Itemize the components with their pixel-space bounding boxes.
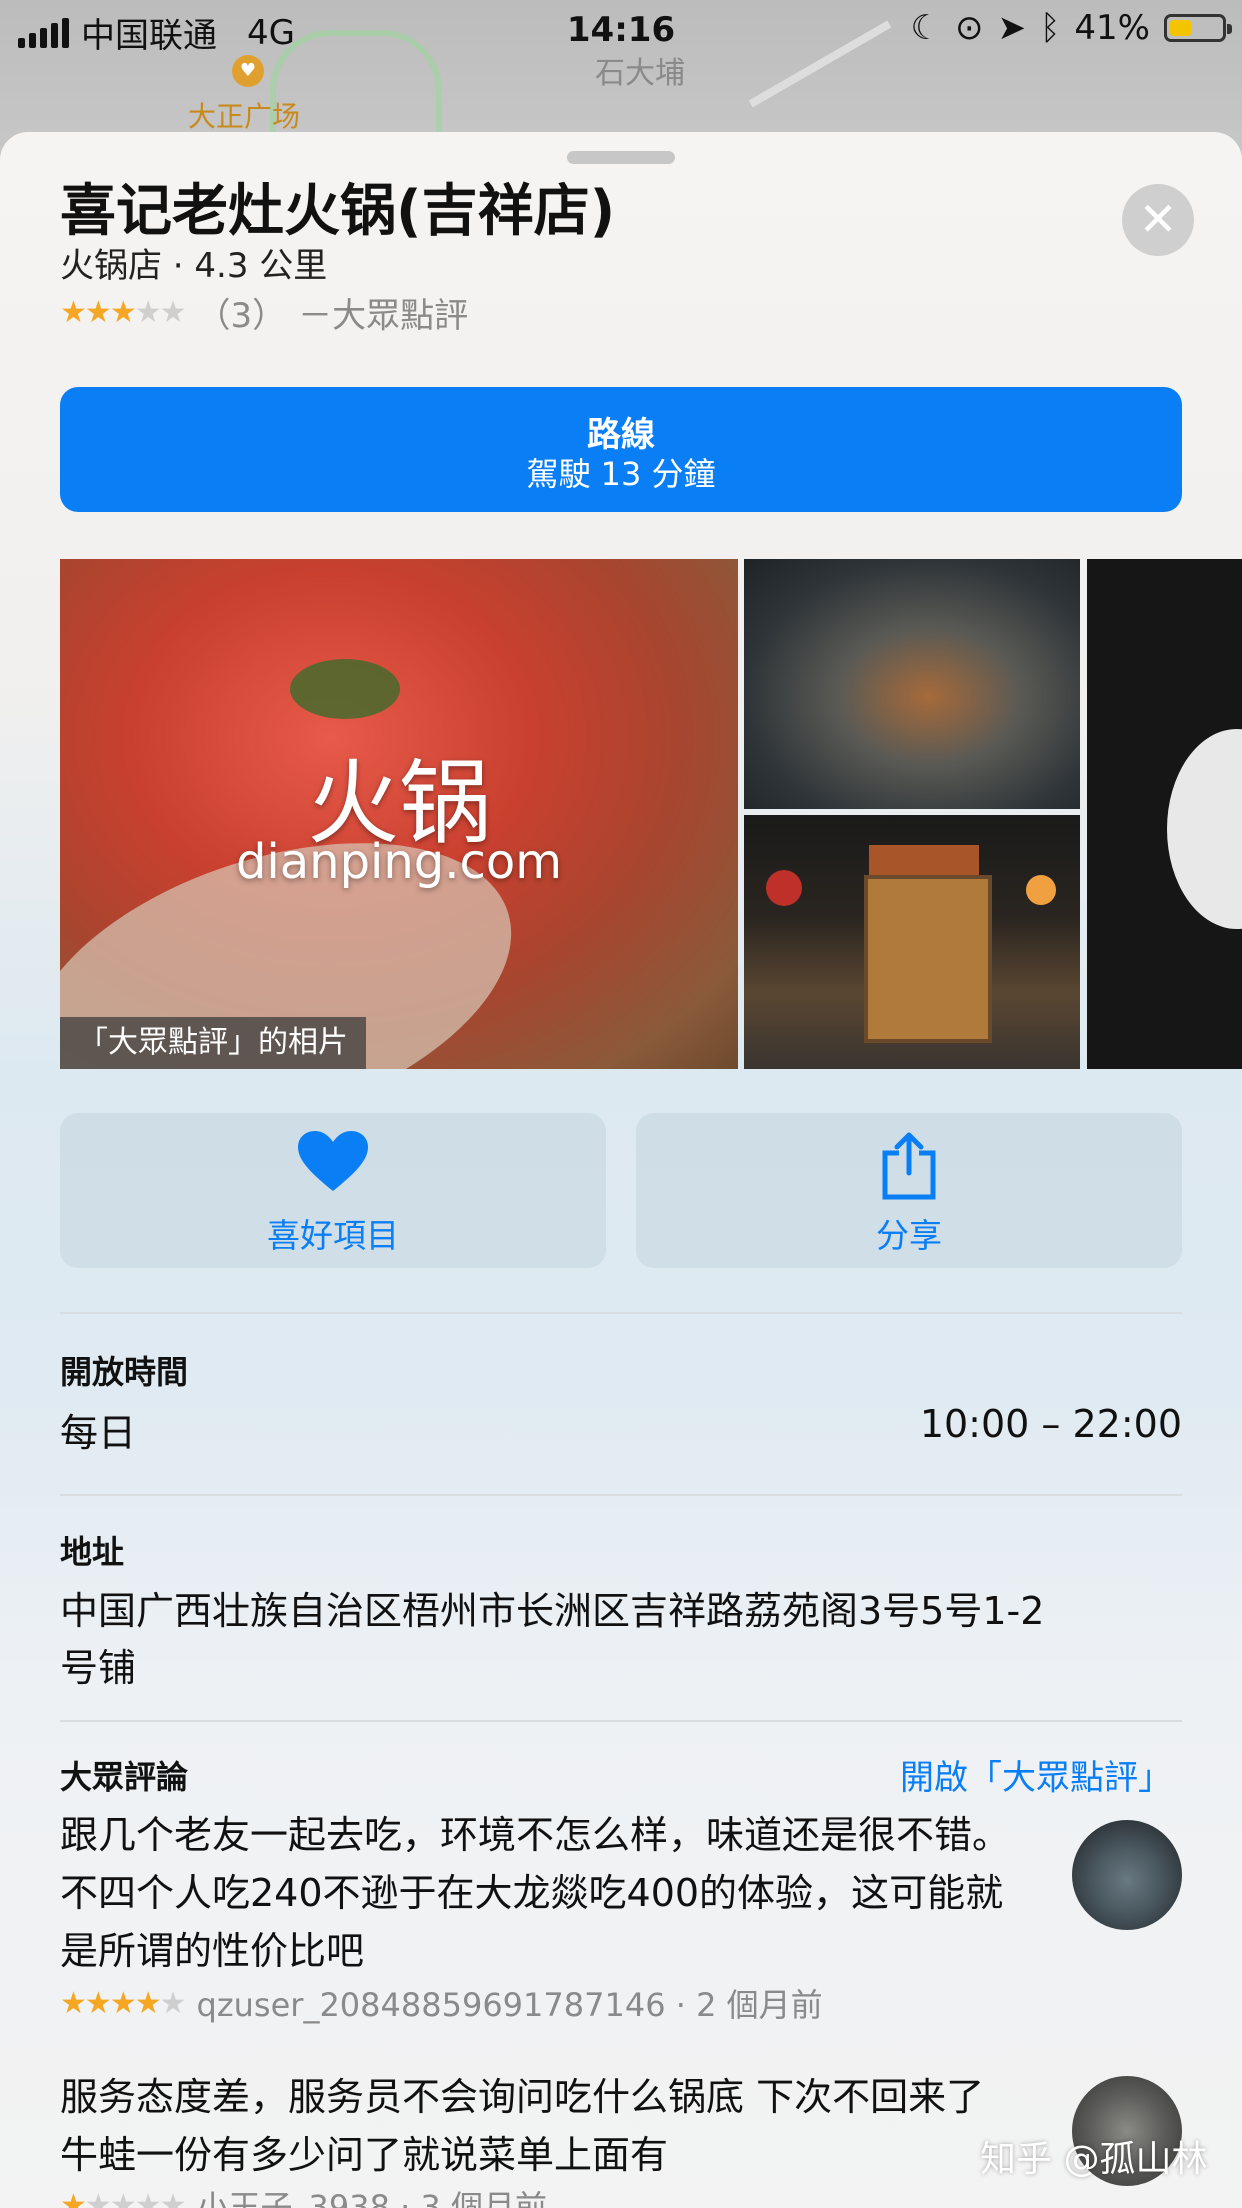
star-filled-icon: ★: [60, 295, 87, 330]
heart-icon: [60, 1131, 606, 1201]
review-meta: qzuser_20848859691787146 · 2 個月前: [196, 1986, 823, 2024]
moon-icon: ☾: [910, 8, 942, 48]
star-empty-icon: ★: [134, 2187, 162, 2208]
star-empty-icon: ★: [134, 295, 162, 330]
favorite-button[interactable]: 喜好項目: [60, 1113, 606, 1268]
divider: [60, 1494, 1182, 1496]
photo-main[interactable]: 火锅 dianping.com 「大眾點評」的相片: [60, 559, 738, 1069]
open-dianping-link[interactable]: 開啟「大眾點評」: [900, 1750, 1172, 1799]
place-rating-row: ★★★★★ （3） －大眾點評: [60, 288, 468, 337]
photo-storefront[interactable]: [744, 815, 1080, 1069]
status-right: ☾ ⊙ ➤ ᛒ 41%: [910, 8, 1232, 48]
review-text[interactable]: 跟几个老友一起去吃，环境不怎么样，味道还是很不错。不四个人吃240不逊于在大龙燚…: [60, 1806, 1020, 1980]
map-poi-label[interactable]: 大正广场: [188, 95, 300, 135]
close-icon: ✕: [1138, 192, 1178, 246]
rating-count: （3）: [196, 296, 287, 336]
photo-credit: 「大眾點評」的相片: [60, 1017, 366, 1069]
star-filled-icon: ★: [60, 2187, 87, 2208]
star-filled-icon: ★: [109, 295, 137, 330]
sheet-grabber[interactable]: [567, 151, 675, 164]
hours-day: 每日: [60, 1411, 137, 1455]
review-stars: ★★★★★: [60, 2187, 187, 2208]
reviews-label: 大眾評論: [60, 1758, 189, 1796]
divider: [60, 1720, 1182, 1722]
photo-hotpot[interactable]: [744, 559, 1080, 809]
address-line1[interactable]: 中国广西壮族自治区梧州市长洲区吉祥路荔苑阁3号5号1-2: [60, 1580, 1044, 1635]
photo-object: [1167, 729, 1242, 929]
hours-time: 10:00 – 22:00: [919, 1402, 1182, 1446]
star-empty-icon: ★: [109, 2187, 137, 2208]
battery-icon: [1164, 14, 1232, 42]
star-filled-icon: ★: [109, 1985, 137, 2021]
photo-more[interactable]: [1087, 559, 1242, 1069]
star-filled-icon: ★: [134, 1985, 162, 2021]
bluetooth-icon: ᛒ: [1040, 8, 1061, 48]
rotation-lock-icon: ⊙: [955, 8, 984, 48]
address-label: 地址: [60, 1533, 125, 1571]
place-subtitle: 火锅店 · 4.3 公里: [60, 246, 328, 286]
address-line2[interactable]: 号铺: [60, 1637, 136, 1692]
place-title: 喜记老灶火锅(吉祥店): [60, 179, 616, 244]
rating-source: －大眾點評: [298, 296, 469, 336]
review-meta-row: ★★★★★ 小王子_3938 · 3 個月前: [60, 2182, 547, 2208]
photo-garnish: [290, 659, 400, 719]
review-meta-row: ★★★★★ qzuser_20848859691787146 · 2 個月前: [60, 1980, 823, 2026]
close-button[interactable]: ✕: [1122, 184, 1194, 256]
hours-label: 開放時間: [60, 1353, 189, 1391]
share-icon: [636, 1131, 1182, 1201]
battery-percent: 41%: [1074, 8, 1150, 48]
photo-overlay-url: dianping.com: [235, 834, 563, 890]
photo-door: [864, 875, 992, 1043]
star-empty-icon: ★: [159, 295, 187, 330]
star-filled-icon: ★: [84, 295, 112, 330]
review-stars: ★★★★★: [60, 1985, 187, 2021]
photo-lantern: [766, 870, 802, 906]
review-meta: 小王子_3938 · 3 個月前: [196, 2188, 548, 2208]
star-filled-icon: ★: [84, 1985, 112, 2021]
photo-sign: [869, 845, 979, 875]
share-button[interactable]: 分享: [636, 1113, 1182, 1268]
star-empty-icon: ★: [159, 1985, 187, 2021]
watermark: 知乎 @孤山林: [980, 2139, 1208, 2180]
review-text[interactable]: 服务态度差，服务员不会询问吃什么锅底 下次不回来了 牛蛙一份有多少问了就说菜单上…: [60, 2068, 1020, 2184]
location-arrow-icon: ➤: [997, 8, 1027, 48]
divider: [60, 1312, 1182, 1314]
favorite-label: 喜好項目: [267, 1216, 399, 1255]
star-filled-icon: ★: [60, 1985, 87, 2021]
rating-stars: ★★★★★: [60, 295, 187, 330]
photo-lantern: [1026, 875, 1056, 905]
star-empty-icon: ★: [159, 2187, 187, 2208]
place-card-sheet: 喜记老灶火锅(吉祥店) ✕ 火锅店 · 4.3 公里 ★★★★★ （3） －大眾…: [0, 132, 1242, 2208]
star-empty-icon: ★: [84, 2187, 112, 2208]
share-label: 分享: [876, 1216, 942, 1255]
avatar[interactable]: [1072, 1820, 1182, 1930]
route-detail: 駕駛 13 分鐘: [526, 455, 716, 493]
route-button[interactable]: 路線 駕駛 13 分鐘: [60, 387, 1182, 512]
status-bar: 中国联通 4G 14:16 ☾ ⊙ ➤ ᛒ 41%: [0, 0, 1242, 62]
